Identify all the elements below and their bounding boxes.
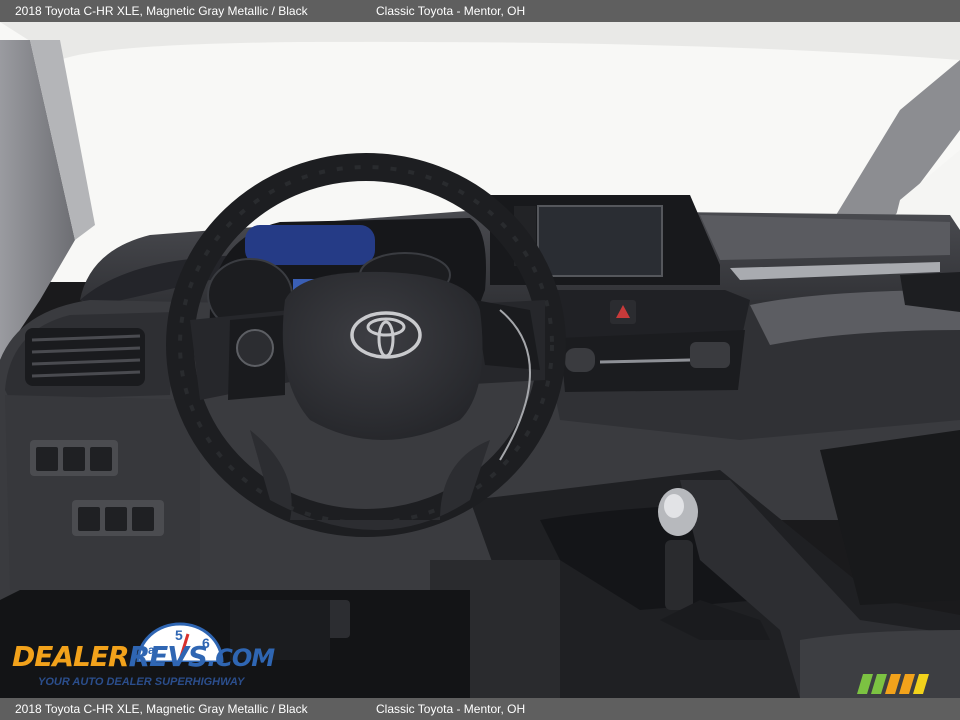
logo-tagline: YOUR AUTO DEALER SUPERHIGHWAY (38, 676, 245, 688)
bottom-caption-bar: 2018 Toyota C-HR XLE, Magnetic Gray Meta… (0, 698, 960, 720)
logo-suffix: .COM (207, 644, 275, 672)
logo-word-dealer: DEALER (12, 640, 130, 673)
top-caption-bar: 2018 Toyota C-HR XLE, Magnetic Gray Meta… (0, 0, 960, 22)
interior-photo (0, 22, 960, 698)
vehicle-caption: 2018 Toyota C-HR XLE, Magnetic Gray Meta… (15, 4, 308, 18)
dealer-caption-bottom: Classic Toyota - Mentor, OH (376, 702, 526, 716)
dealerrevs-logo: a 5 6 DEALERREVS.COM YOUR AUTO DEALER SU… (12, 620, 275, 692)
stripes-logo-icon (857, 674, 929, 694)
logo-word-revs: REVS (128, 640, 209, 673)
dealer-caption: Classic Toyota - Mentor, OH (376, 4, 526, 18)
logo-wordmark: DEALERREVS.COM (12, 640, 275, 673)
vehicle-caption-bottom: 2018 Toyota C-HR XLE, Magnetic Gray Meta… (15, 702, 308, 716)
